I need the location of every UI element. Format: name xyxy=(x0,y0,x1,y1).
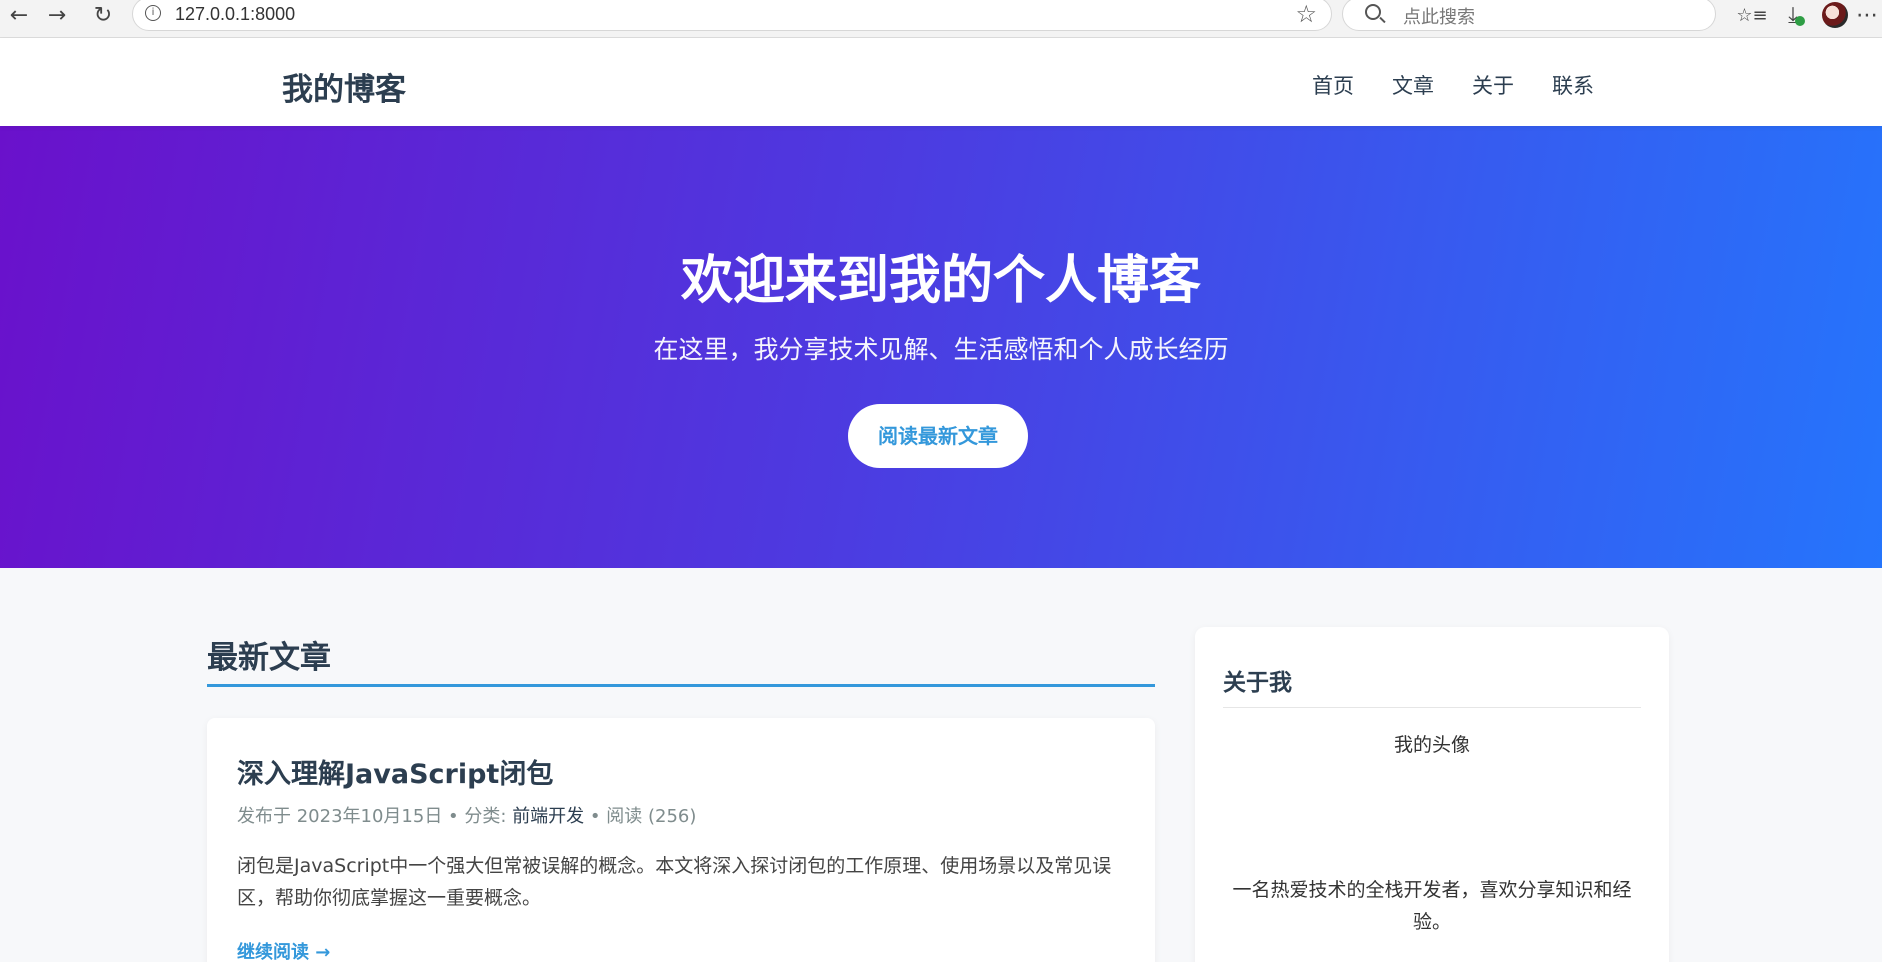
article-meta-reads: • 阅读 (256) xyxy=(584,806,697,827)
article-excerpt: 闭包是JavaScript中一个强大但常被误解的概念。本文将深入探讨闭包的工作原… xyxy=(237,855,1112,909)
article-card: 深入理解JavaScript闭包 发布于 2023年10月15日 • 分类: 前… xyxy=(207,718,1155,962)
profile-avatar[interactable] xyxy=(1822,2,1848,28)
read-latest-button[interactable]: 阅读最新文章 xyxy=(848,404,1028,468)
site-logo[interactable]: 我的博客 xyxy=(282,64,406,109)
address-bar[interactable]: i 127.0.0.1:8000 ☆ xyxy=(132,0,1332,31)
nav-contact[interactable]: 联系 xyxy=(1552,70,1594,100)
nav-home[interactable]: 首页 xyxy=(1312,70,1354,100)
more-icon[interactable]: ⋯ xyxy=(1852,0,1882,30)
article-meta-date: 发布于 2023年10月15日 • 分类: xyxy=(237,806,513,827)
hero-subtitle: 在这里，我分享技术见解、生活感悟和个人成长经历 xyxy=(653,335,1229,364)
author-bio: 一名热爱技术的全栈开发者，喜欢分享知识和经验。 xyxy=(1232,879,1632,933)
site-header: 我的博客 首页 文章 关于 联系 xyxy=(0,38,1882,126)
address-url[interactable]: 127.0.0.1:8000 xyxy=(175,4,295,25)
author-avatar: 我的头像 xyxy=(1393,734,1470,756)
section-title: 最新文章 xyxy=(207,640,331,676)
nav-about[interactable]: 关于 xyxy=(1472,70,1514,100)
hero-title: 欢迎来到我的个人博客 xyxy=(680,251,1201,311)
hero-banner: 欢迎来到我的个人博客 在这里，我分享技术见解、生活感悟和个人成长经历 阅读最新文… xyxy=(0,126,1882,568)
reload-icon[interactable]: ↻ xyxy=(84,0,122,30)
browser-toolbar: ← → ↻ i 127.0.0.1:8000 ☆ 点此搜索 ☆≡ ⤓ ⋯ xyxy=(0,0,1882,38)
about-divider xyxy=(1223,707,1641,708)
read-more-link[interactable]: 继续阅读 → xyxy=(237,938,330,962)
back-icon[interactable]: ← xyxy=(0,0,38,30)
site-info-icon[interactable]: i xyxy=(145,5,161,21)
about-widget: 关于我 我的头像 一名热爱技术的全栈开发者，喜欢分享知识和经验。 xyxy=(1195,627,1669,962)
favorites-icon[interactable]: ☆≡ xyxy=(1732,0,1772,30)
download-complete-badge xyxy=(1795,16,1805,26)
article-title[interactable]: 深入理解JavaScript闭包 xyxy=(237,752,553,791)
favorite-icon[interactable]: ☆ xyxy=(1295,0,1317,28)
forward-icon[interactable]: → xyxy=(38,0,76,30)
article-category-link[interactable]: 前端开发 xyxy=(512,806,584,827)
nav-articles[interactable]: 文章 xyxy=(1392,70,1434,100)
section-divider xyxy=(207,684,1155,687)
search-icon xyxy=(1365,4,1381,20)
about-title: 关于我 xyxy=(1223,670,1292,696)
search-placeholder[interactable]: 点此搜索 xyxy=(1403,3,1475,29)
download-icon[interactable]: ⤓ xyxy=(1776,0,1810,30)
article-meta: 发布于 2023年10月15日 • 分类: 前端开发 • 阅读 (256) xyxy=(237,802,696,828)
browser-search-box[interactable]: 点此搜索 xyxy=(1342,0,1716,31)
